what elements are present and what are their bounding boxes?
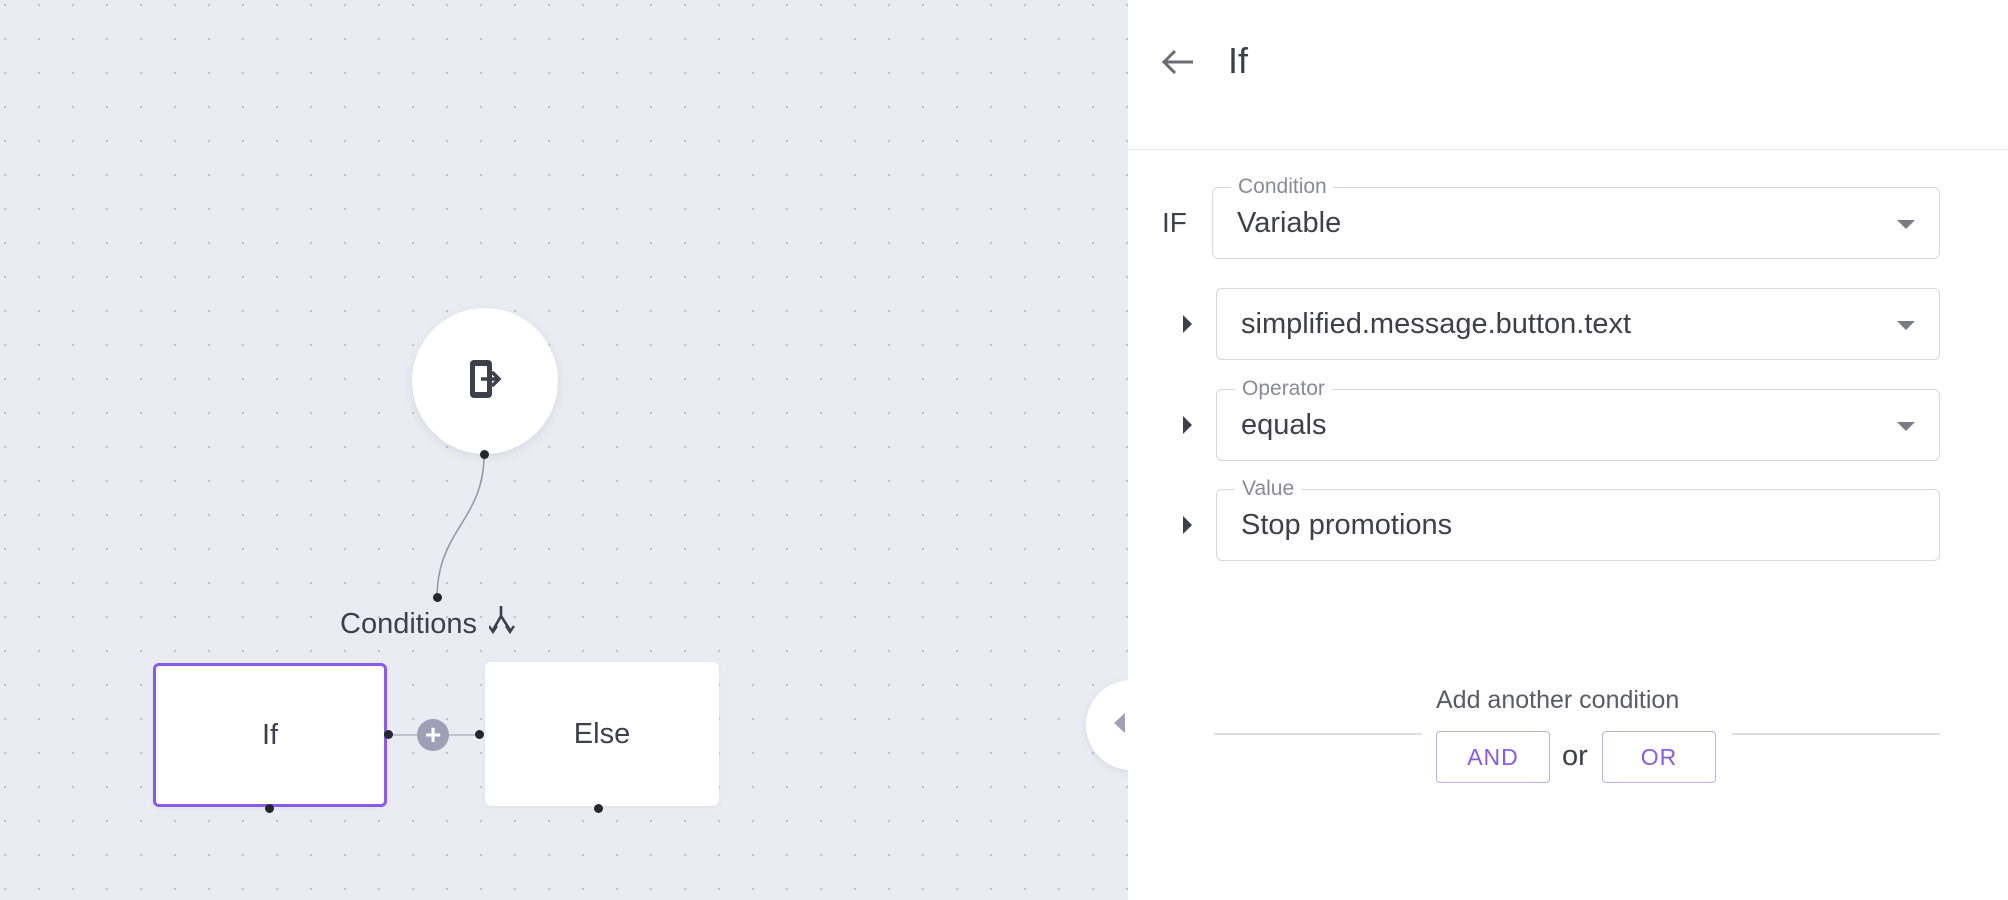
and-button[interactable]: AND <box>1436 731 1550 783</box>
flow-canvas[interactable]: Conditions If + Else <box>0 0 1176 900</box>
expand-arrow-icon[interactable] <box>1183 315 1192 333</box>
or-button-label: OR <box>1640 743 1678 770</box>
condition-select[interactable]: Condition Variable <box>1212 176 1940 259</box>
conditions-input-handle[interactable] <box>433 593 442 602</box>
condition-select-value: Variable <box>1237 206 1342 239</box>
chevron-down-icon <box>1897 422 1915 431</box>
or-text: or <box>1562 740 1588 772</box>
chevron-down-icon <box>1897 321 1915 330</box>
back-button[interactable] <box>1160 46 1196 82</box>
if-node-right-handle[interactable] <box>384 730 393 739</box>
split-arrows-icon <box>488 604 517 644</box>
else-node[interactable]: Else <box>485 662 719 806</box>
plus-icon: + <box>424 719 442 750</box>
divider-left <box>1214 733 1422 735</box>
divider-right <box>1732 733 1940 735</box>
expand-arrow-icon[interactable] <box>1183 516 1192 534</box>
if-node[interactable]: If <box>153 663 387 807</box>
operator-select-value: equals <box>1241 408 1327 441</box>
panel-header: If <box>1128 0 2008 150</box>
start-to-conditions-edge <box>436 454 485 599</box>
panel-title: If <box>1228 40 1249 81</box>
condition-select-label: Condition <box>1231 176 1334 198</box>
arrow-left-icon <box>1161 48 1195 81</box>
or-button[interactable]: OR <box>1602 731 1716 783</box>
if-node-label: If <box>261 718 279 751</box>
value-input-value: Stop promotions <box>1241 508 1453 541</box>
else-node-bottom-handle[interactable] <box>594 804 603 813</box>
chevron-down-icon <box>1897 220 1915 229</box>
else-node-left-handle[interactable] <box>475 730 484 739</box>
else-node-label: Else <box>573 717 631 750</box>
variable-select[interactable]: simplified.message.button.text <box>1216 288 1940 360</box>
add-condition-node-button[interactable]: + <box>417 719 449 751</box>
start-node-output-handle[interactable] <box>480 450 489 459</box>
variable-select-value: simplified.message.button.text <box>1241 307 1632 340</box>
exit-app-icon <box>468 358 502 405</box>
start-node[interactable] <box>412 308 558 454</box>
value-input[interactable]: Value Stop promotions <box>1216 478 1940 561</box>
if-label: IF <box>1162 207 1187 238</box>
properties-panel: If IF Condition Variable simplified.mess… <box>1128 0 2008 900</box>
operator-select[interactable]: Operator equals <box>1216 378 1940 461</box>
value-input-label: Value <box>1235 478 1302 500</box>
operator-select-label: Operator <box>1235 378 1332 400</box>
add-another-condition-label: Add another condition <box>1436 686 1680 714</box>
and-button-label: AND <box>1467 743 1519 770</box>
conditions-group-title: Conditions <box>340 604 517 644</box>
conditions-group-label: Conditions <box>340 607 478 640</box>
expand-arrow-icon[interactable] <box>1183 416 1192 434</box>
if-node-bottom-handle[interactable] <box>265 804 274 813</box>
